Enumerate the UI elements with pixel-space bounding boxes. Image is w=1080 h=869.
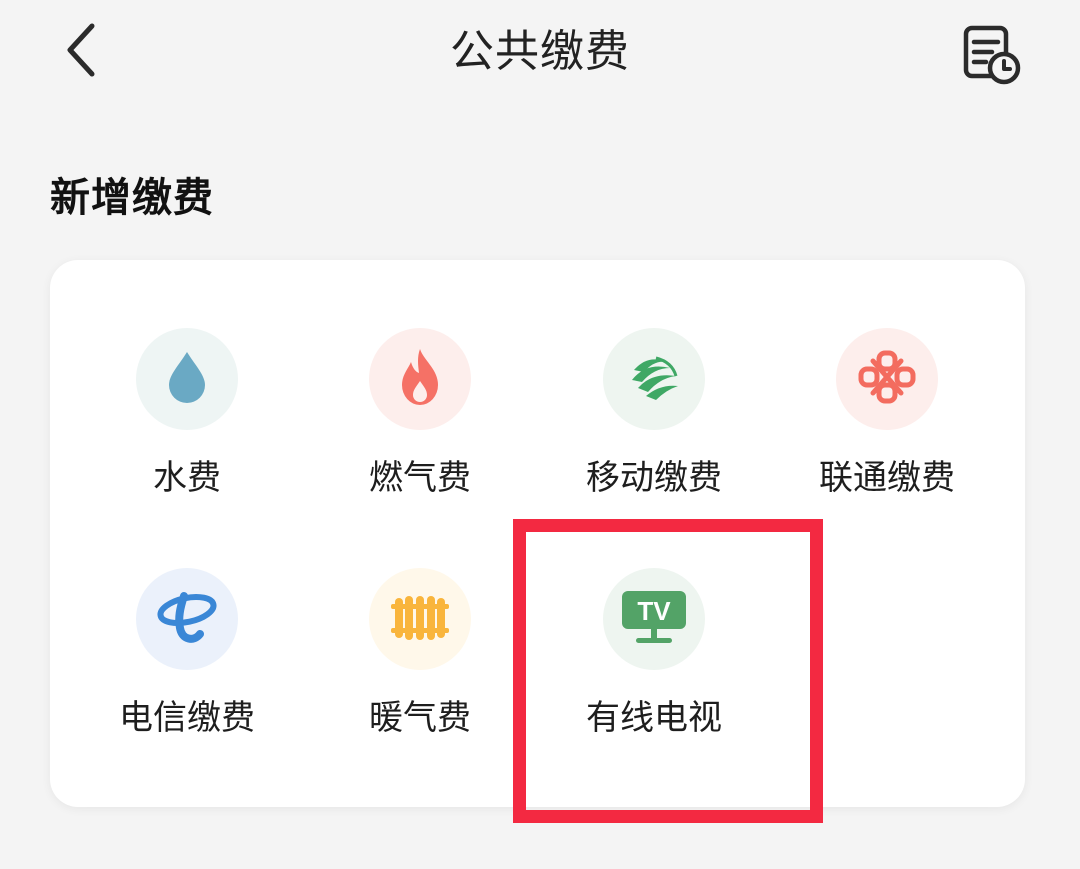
heating-bill-item[interactable]: 暖气费 xyxy=(305,568,535,778)
china-telecom-icon xyxy=(156,588,218,650)
unicom-icon-circle xyxy=(836,328,938,430)
item-label: 联通缴费 xyxy=(819,458,955,498)
mobile-bill-item[interactable]: 移动缴费 xyxy=(539,328,769,538)
china-unicom-knot-icon xyxy=(857,349,917,409)
item-label: 燃气费 xyxy=(369,458,471,498)
item-label: 暖气费 xyxy=(369,698,471,738)
item-label: 水费 xyxy=(153,458,221,498)
telecom-bill-item[interactable]: 电信缴费 xyxy=(72,568,302,778)
page-title: 公共缴费 xyxy=(450,26,630,77)
item-label: 移动缴费 xyxy=(586,458,722,498)
heating-icon-circle xyxy=(369,568,471,670)
tv-icon: TV xyxy=(620,589,688,649)
item-label: 有线电视 xyxy=(586,698,722,738)
svg-text:TV: TV xyxy=(637,596,671,626)
cable-tv-icon-circle: TV xyxy=(603,568,705,670)
unicom-bill-item[interactable]: 联通缴费 xyxy=(772,328,1002,538)
telecom-icon-circle xyxy=(136,568,238,670)
item-label: 电信缴费 xyxy=(119,698,255,738)
payment-options-card: 水费 燃气费 移动缴费 联通缴费 电信缴费 暖气费 TV 有线电视 xyxy=(50,260,1025,807)
cable-tv-bill-item[interactable]: TV 有线电视 xyxy=(539,568,769,778)
water-bill-item[interactable]: 水费 xyxy=(72,328,302,538)
gas-icon-circle xyxy=(369,328,471,430)
mobile-icon-circle xyxy=(603,328,705,430)
bill-history-button[interactable] xyxy=(960,22,1022,86)
radiator-icon xyxy=(389,588,451,650)
flame-icon xyxy=(394,347,446,411)
water-icon-circle xyxy=(136,328,238,430)
bill-history-icon xyxy=(960,25,1022,90)
section-title: 新增缴费 xyxy=(50,175,214,221)
gas-bill-item[interactable]: 燃气费 xyxy=(305,328,535,538)
water-drop-icon xyxy=(165,349,209,409)
china-mobile-icon xyxy=(626,352,682,406)
